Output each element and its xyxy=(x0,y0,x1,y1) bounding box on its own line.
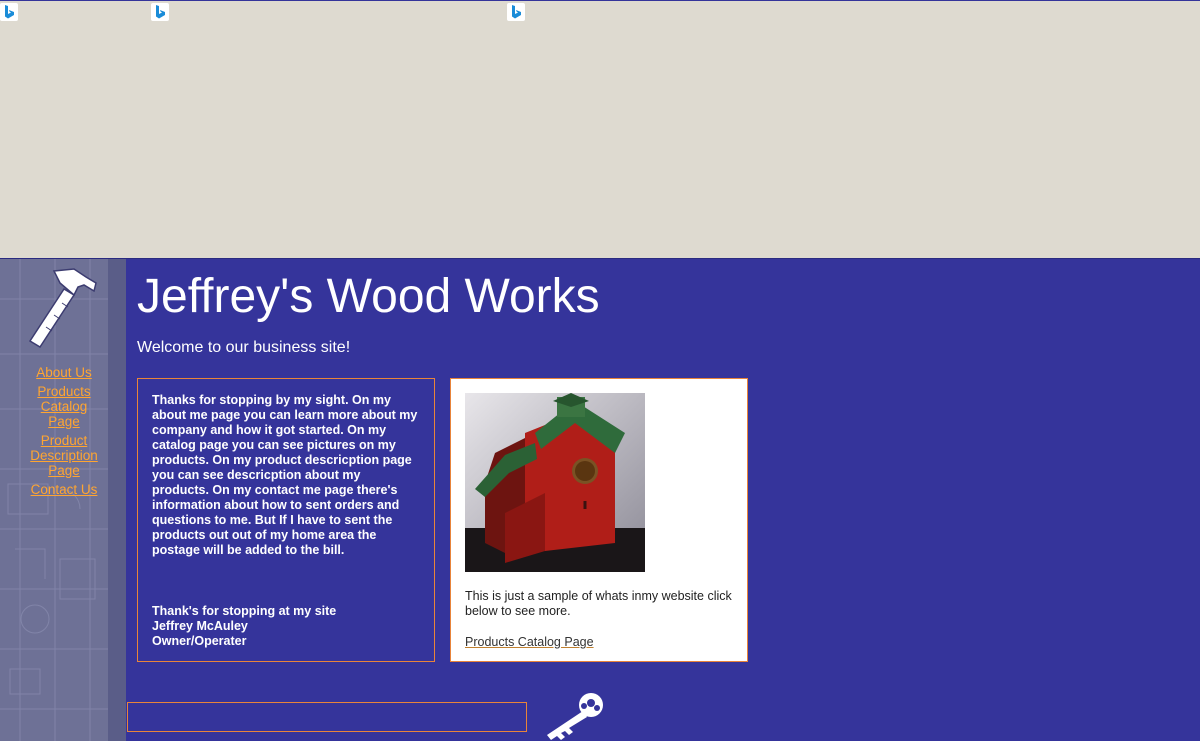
intro-sign-line-1: Thank's for stopping at my site xyxy=(152,604,337,618)
welcome-text: Welcome to our business site! xyxy=(137,339,351,356)
intro-box: Thanks for stopping by my sight. On my a… xyxy=(137,378,435,662)
sidebar: About Us Products Catalog Page Product D… xyxy=(0,259,126,741)
sample-box: This is just a sample of whats inmy webs… xyxy=(450,378,748,662)
birdhouse-photo xyxy=(465,393,645,572)
bing-icon[interactable] xyxy=(507,3,525,21)
bing-icon[interactable] xyxy=(0,3,18,21)
site-title: Jeffrey's Wood Works xyxy=(137,270,600,323)
bing-icon[interactable] xyxy=(151,3,169,21)
top-border xyxy=(0,0,1200,1)
nav-product-description[interactable]: Product Description Page xyxy=(24,433,104,478)
hammer-icon xyxy=(28,268,97,349)
sidebar-edge xyxy=(108,259,126,741)
key-icon xyxy=(547,693,603,740)
sample-text: This is just a sample of whats inmy webs… xyxy=(465,589,732,618)
sidebar-nav: About Us Products Catalog Page Product D… xyxy=(24,365,104,501)
intro-sign-line-2: Jeffrey McAuley xyxy=(152,619,248,633)
bottom-box xyxy=(127,702,527,732)
nav-products-catalog[interactable]: Products Catalog Page xyxy=(24,384,104,429)
site-content: About Us Products Catalog Page Product D… xyxy=(0,258,1200,741)
products-catalog-link[interactable]: Products Catalog Page xyxy=(465,635,594,650)
intro-body: Thanks for stopping by my sight. On my a… xyxy=(152,393,418,557)
intro-sign-line-3: Owner/Operater xyxy=(152,634,247,648)
nav-about-us[interactable]: About Us xyxy=(24,365,104,380)
nav-contact-us[interactable]: Contact Us xyxy=(24,482,104,497)
